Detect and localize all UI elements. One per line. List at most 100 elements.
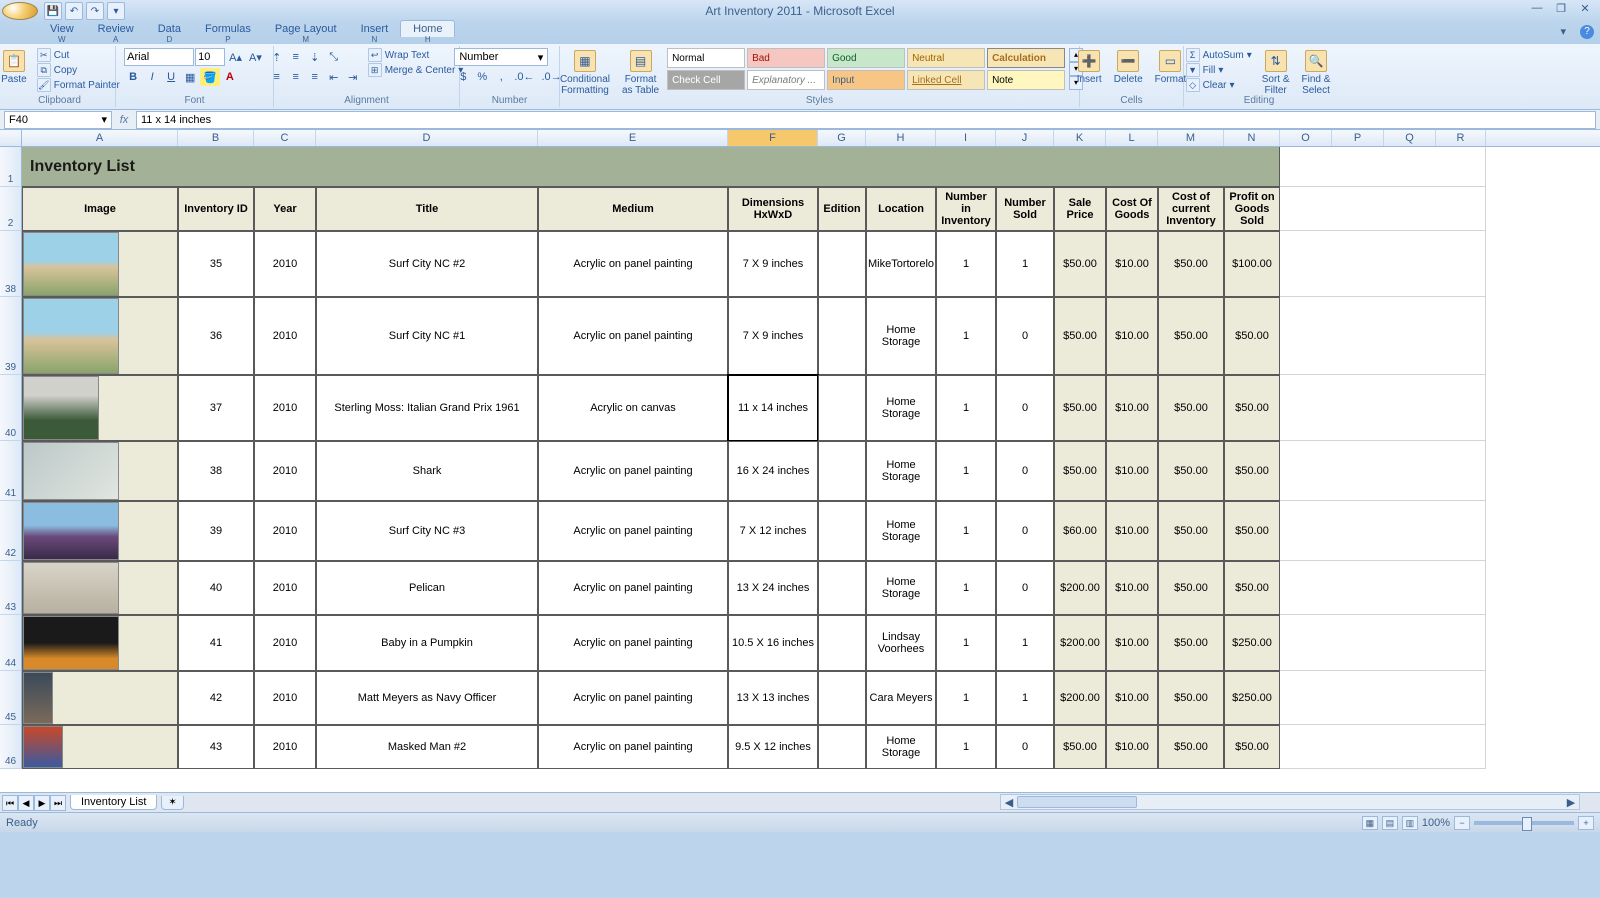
merge-center-button[interactable]: ⊞Merge & Center ▾ bbox=[366, 63, 466, 77]
col-header-K[interactable]: K bbox=[1054, 130, 1106, 146]
table-cell[interactable] bbox=[22, 375, 178, 441]
table-cell[interactable]: Shark bbox=[316, 441, 538, 501]
table-header[interactable]: Edition bbox=[818, 187, 866, 231]
table-cell[interactable]: $10.00 bbox=[1106, 725, 1158, 769]
table-cell[interactable]: 0 bbox=[996, 375, 1054, 441]
format-painter-button[interactable]: 🖌Format Painter bbox=[35, 78, 122, 92]
table-cell[interactable]: 36 bbox=[178, 297, 254, 375]
table-cell[interactable]: $200.00 bbox=[1054, 615, 1106, 671]
table-cell[interactable]: $10.00 bbox=[1106, 501, 1158, 561]
col-header-R[interactable]: R bbox=[1436, 130, 1486, 146]
align-middle-button[interactable]: ≡ bbox=[287, 48, 305, 66]
find-select-button[interactable]: 🔍Find & Select bbox=[1298, 48, 1335, 98]
scroll-right-icon[interactable]: ▶ bbox=[1563, 796, 1579, 809]
table-cell[interactable] bbox=[818, 297, 866, 375]
table-cell[interactable]: $10.00 bbox=[1106, 615, 1158, 671]
qat-button[interactable]: 💾 bbox=[44, 2, 62, 20]
table-cell[interactable]: $50.00 bbox=[1054, 441, 1106, 501]
table-cell[interactable]: Masked Man #2 bbox=[316, 725, 538, 769]
formula-input[interactable] bbox=[136, 111, 1596, 129]
table-cell[interactable]: Acrylic on panel painting bbox=[538, 725, 728, 769]
table-cell[interactable]: 1 bbox=[936, 231, 996, 297]
col-header-D[interactable]: D bbox=[316, 130, 538, 146]
table-cell[interactable] bbox=[818, 231, 866, 297]
table-cell[interactable]: 2010 bbox=[254, 561, 316, 615]
col-header-B[interactable]: B bbox=[178, 130, 254, 146]
col-header-C[interactable]: C bbox=[254, 130, 316, 146]
italic-button[interactable]: I bbox=[143, 68, 161, 86]
minimize-icon[interactable]: — bbox=[1526, 1, 1548, 15]
table-cell[interactable]: Sterling Moss: Italian Grand Prix 1961 bbox=[316, 375, 538, 441]
next-sheet-button[interactable]: ▶ bbox=[34, 795, 50, 811]
col-header-F[interactable]: F bbox=[728, 130, 818, 146]
table-cell[interactable] bbox=[818, 725, 866, 769]
table-cell[interactable]: Surf City NC #1 bbox=[316, 297, 538, 375]
table-cell[interactable]: Home Storage bbox=[866, 561, 936, 615]
row-header[interactable]: 46 bbox=[0, 725, 22, 769]
align-center-button[interactable]: ≡ bbox=[287, 68, 305, 86]
table-cell[interactable]: $10.00 bbox=[1106, 375, 1158, 441]
row-header[interactable]: 38 bbox=[0, 231, 22, 297]
sheet-tab-inventory[interactable]: Inventory List bbox=[70, 795, 157, 810]
table-cell[interactable]: 0 bbox=[996, 561, 1054, 615]
table-cell[interactable]: $50.00 bbox=[1224, 441, 1280, 501]
table-cell[interactable]: $50.00 bbox=[1158, 725, 1224, 769]
col-header-M[interactable]: M bbox=[1158, 130, 1224, 146]
table-cell[interactable]: 1 bbox=[936, 725, 996, 769]
table-cell[interactable]: 0 bbox=[996, 725, 1054, 769]
grow-font-button[interactable]: A▴ bbox=[226, 48, 245, 66]
conditional-formatting-button[interactable]: ▦Conditional Formatting bbox=[556, 48, 614, 98]
view-layout-button[interactable]: ▤ bbox=[1382, 816, 1398, 830]
table-cell[interactable]: 7 X 9 inches bbox=[728, 231, 818, 297]
table-header[interactable]: Profit on Goods Sold bbox=[1224, 187, 1280, 231]
copy-button[interactable]: ⧉Copy bbox=[35, 63, 122, 77]
table-cell[interactable] bbox=[22, 441, 178, 501]
table-cell[interactable]: Acrylic on canvas bbox=[538, 375, 728, 441]
table-cell[interactable]: Home Storage bbox=[866, 725, 936, 769]
table-cell[interactable]: 41 bbox=[178, 615, 254, 671]
table-cell[interactable]: 1 bbox=[996, 231, 1054, 297]
fx-icon[interactable]: fx bbox=[112, 114, 136, 126]
col-header-E[interactable]: E bbox=[538, 130, 728, 146]
table-cell[interactable]: 2010 bbox=[254, 501, 316, 561]
table-cell[interactable] bbox=[22, 501, 178, 561]
table-cell[interactable]: $50.00 bbox=[1224, 501, 1280, 561]
table-header[interactable]: Location bbox=[866, 187, 936, 231]
table-cell[interactable]: 13 X 13 inches bbox=[728, 671, 818, 725]
style-calculation[interactable]: Calculation bbox=[987, 48, 1065, 68]
table-cell[interactable]: 7 X 9 inches bbox=[728, 297, 818, 375]
percent-button[interactable]: % bbox=[473, 68, 491, 86]
table-header[interactable]: Dimensions HxWxD bbox=[728, 187, 818, 231]
table-cell[interactable]: $10.00 bbox=[1106, 441, 1158, 501]
horizontal-scrollbar[interactable]: ◀ ▶ bbox=[1000, 794, 1580, 810]
first-sheet-button[interactable]: ⏮ bbox=[2, 795, 18, 811]
table-header[interactable]: Cost Of Goods bbox=[1106, 187, 1158, 231]
table-cell[interactable]: $50.00 bbox=[1158, 501, 1224, 561]
table-cell[interactable]: Surf City NC #3 bbox=[316, 501, 538, 561]
view-normal-button[interactable]: ▦ bbox=[1362, 816, 1378, 830]
align-top-button[interactable]: ⇡ bbox=[268, 48, 286, 66]
table-cell[interactable]: $50.00 bbox=[1158, 441, 1224, 501]
row-header[interactable]: 40 bbox=[0, 375, 22, 441]
table-cell[interactable]: 1 bbox=[936, 615, 996, 671]
col-header-P[interactable]: P bbox=[1332, 130, 1384, 146]
align-bottom-button[interactable]: ⇣ bbox=[306, 48, 324, 66]
orientation-button[interactable]: ⤡ bbox=[325, 48, 343, 66]
table-cell[interactable] bbox=[22, 671, 178, 725]
close-icon[interactable]: ✕ bbox=[1574, 1, 1596, 15]
table-cell[interactable]: Acrylic on panel painting bbox=[538, 297, 728, 375]
style-note[interactable]: Note bbox=[987, 70, 1065, 90]
col-header-I[interactable]: I bbox=[936, 130, 996, 146]
help-icon[interactable]: ? bbox=[1580, 25, 1594, 39]
table-cell[interactable] bbox=[22, 231, 178, 297]
autosum-button[interactable]: ΣAutoSum ▾ bbox=[1184, 48, 1254, 62]
table-cell[interactable]: 1 bbox=[936, 297, 996, 375]
table-cell[interactable]: $200.00 bbox=[1054, 561, 1106, 615]
table-cell[interactable]: $50.00 bbox=[1158, 615, 1224, 671]
table-cell[interactable]: $50.00 bbox=[1158, 671, 1224, 725]
comma-button[interactable]: , bbox=[492, 68, 510, 86]
table-cell[interactable]: 9.5 X 12 inches bbox=[728, 725, 818, 769]
table-cell[interactable]: 0 bbox=[996, 441, 1054, 501]
currency-button[interactable]: $ bbox=[454, 68, 472, 86]
table-cell[interactable] bbox=[818, 615, 866, 671]
